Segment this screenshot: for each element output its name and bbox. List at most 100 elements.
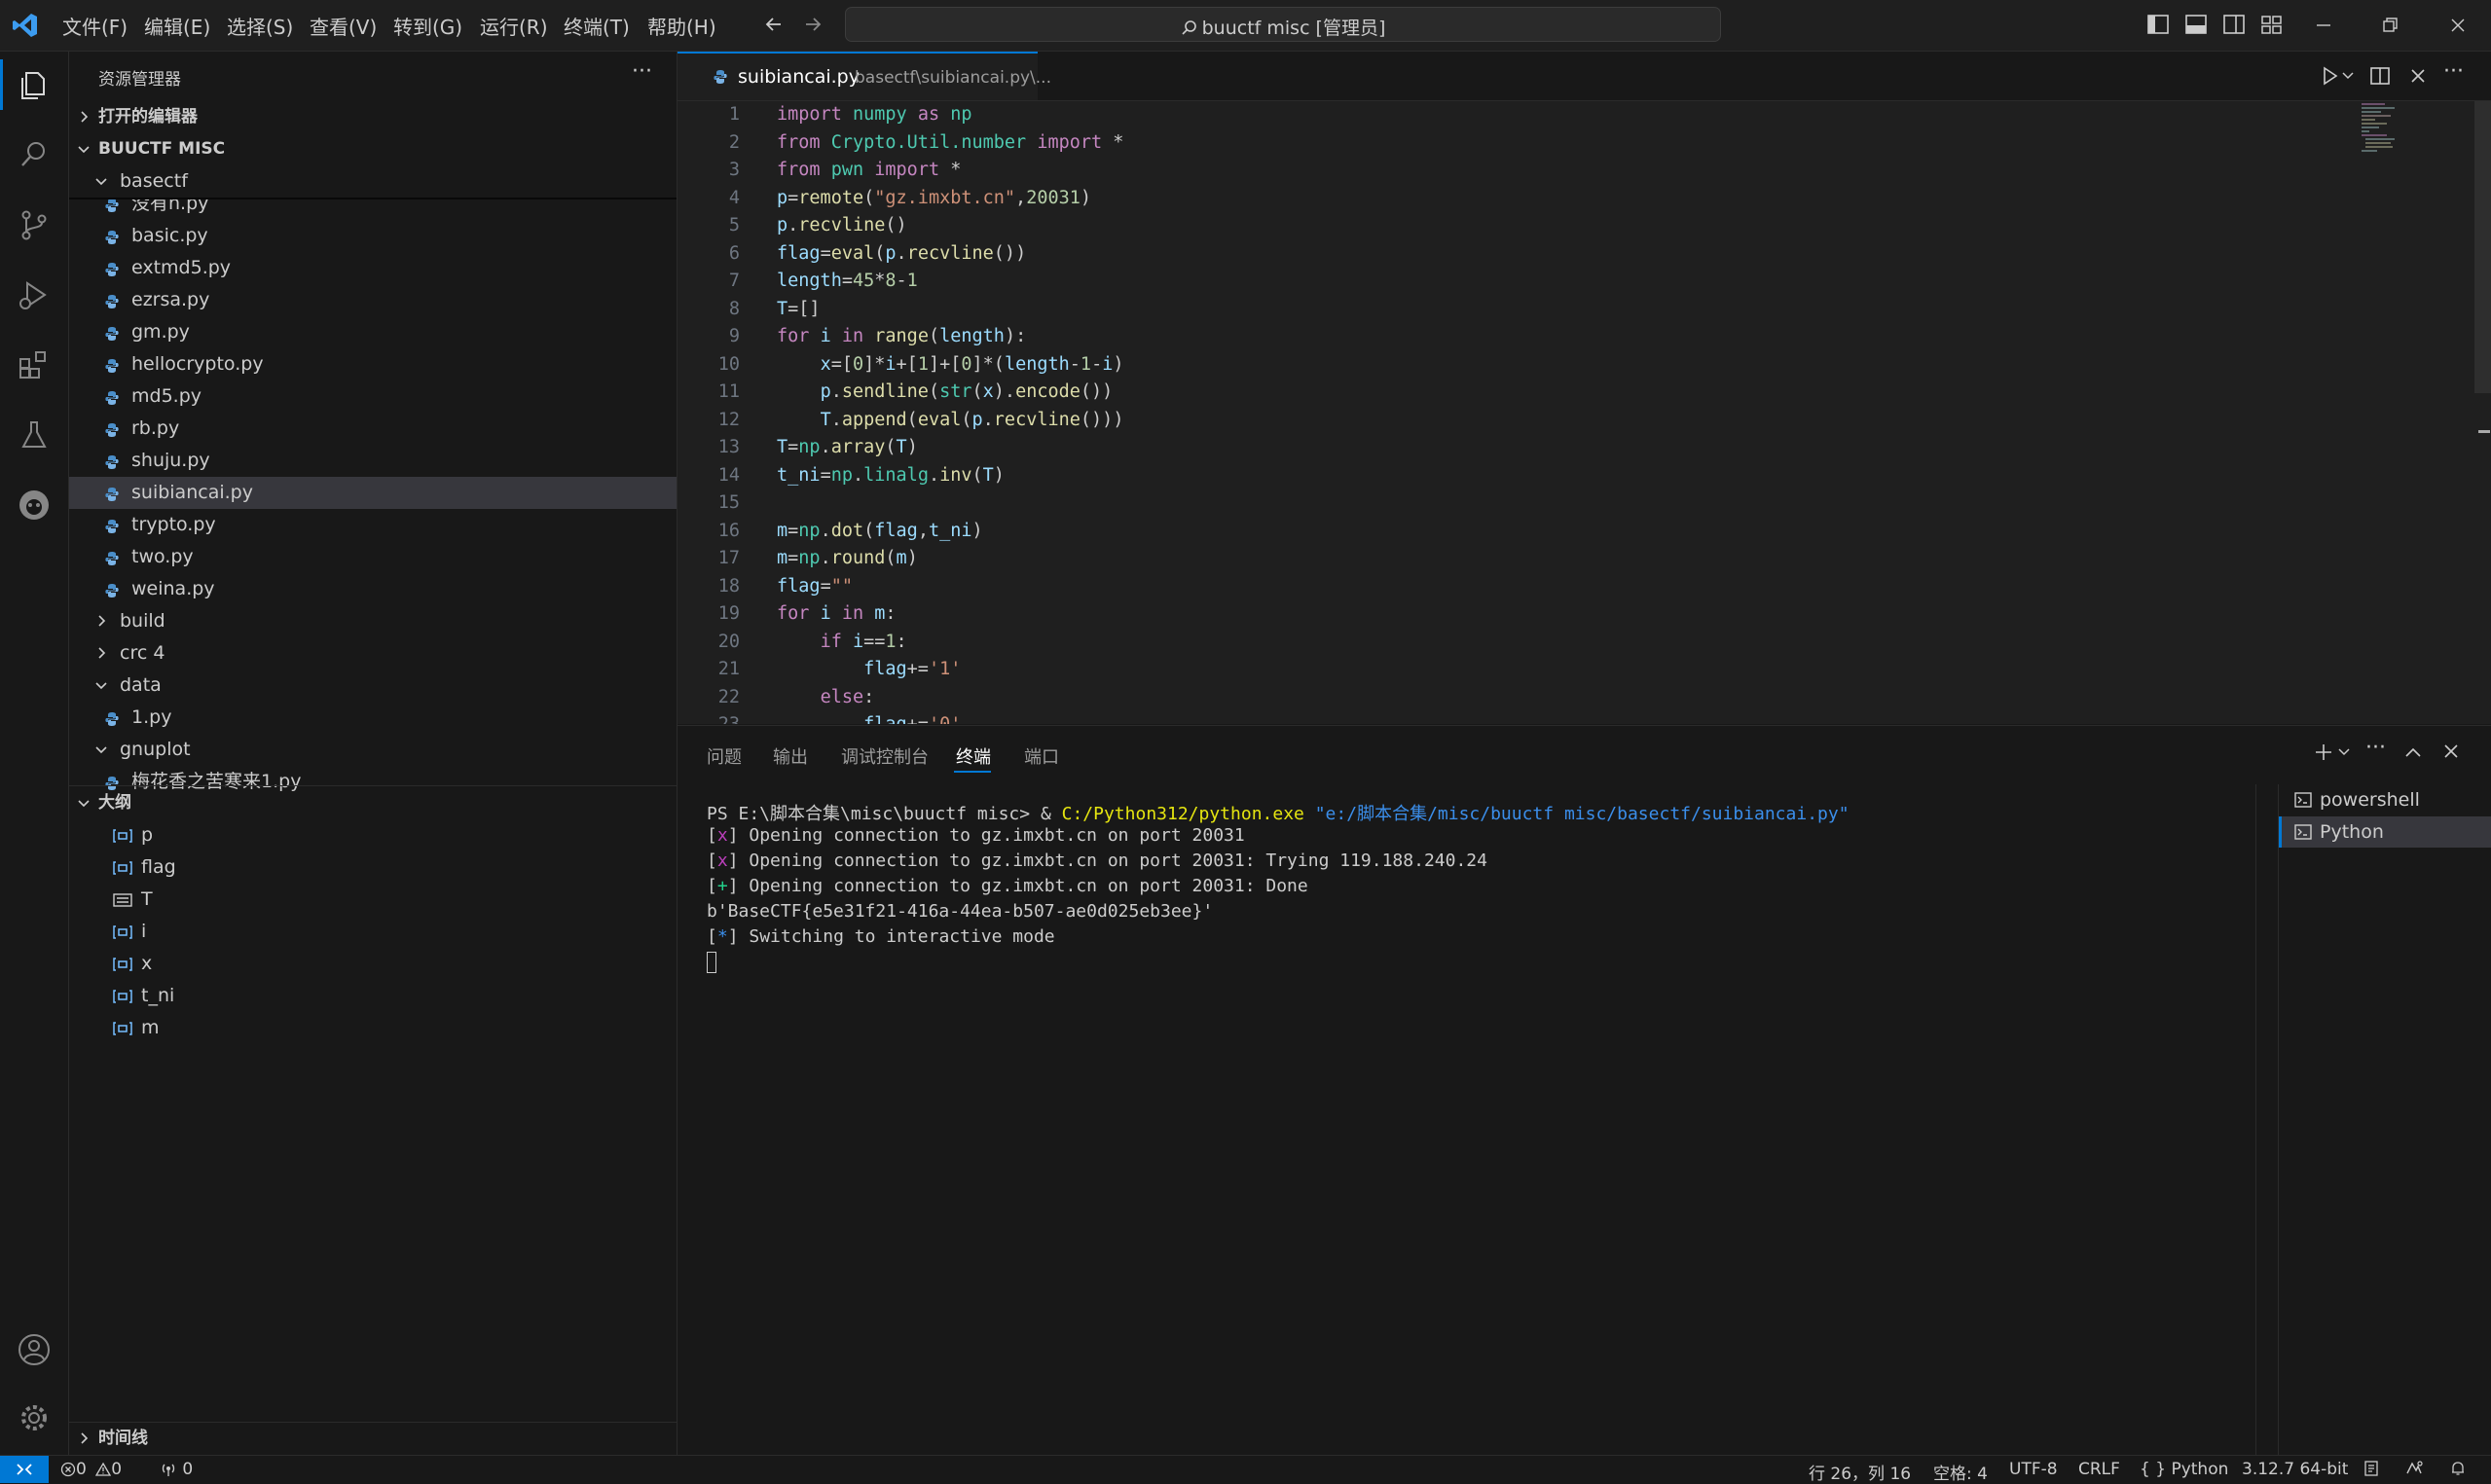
file-item[interactable]: hellocrypto.py	[69, 348, 677, 380]
tab-terminal[interactable]: 终端	[956, 743, 991, 769]
chevron-down-icon[interactable]	[2338, 747, 2350, 757]
close-window-icon[interactable]	[2448, 16, 2468, 35]
back-arrow-icon[interactable]	[763, 14, 785, 35]
accounts-icon[interactable]	[17, 1332, 52, 1367]
search-icon[interactable]	[17, 137, 52, 172]
cursor-position[interactable]: 行 26，列 16	[1809, 1460, 1911, 1484]
menu-go[interactable]: 转到(G)	[393, 12, 462, 40]
code-editor[interactable]: 1 2 3 4 5 6 7 8 9 10 11 12 13 14 15 16 1…	[678, 101, 2491, 724]
forward-arrow-icon[interactable]	[802, 14, 824, 35]
outline-item[interactable]: flag	[69, 851, 677, 884]
file-item[interactable]: basic.py	[69, 220, 677, 252]
source-control-icon[interactable]	[17, 207, 52, 242]
chevron-down-icon	[94, 678, 108, 692]
file-item[interactable]: 没有n.py	[69, 199, 677, 220]
ports-status[interactable]: 0	[160, 1460, 193, 1479]
code-line: t_ni=np.linalg.inv(T)	[777, 464, 1005, 486]
close-editor-icon[interactable]	[2407, 65, 2429, 87]
file-item[interactable]: ezrsa.py	[69, 284, 677, 316]
folder-gnuplot[interactable]: gnuplot	[69, 734, 677, 766]
run-file-icon[interactable]	[2319, 65, 2340, 87]
open-editors-section[interactable]: 打开的编辑器	[69, 101, 677, 133]
command-center-search[interactable]: buuctf misc [管理员]	[845, 7, 1721, 42]
editor-scrollbar[interactable]	[2474, 101, 2491, 393]
toggle-secondary-sidebar-icon[interactable]	[2222, 14, 2246, 35]
file-item[interactable]: weina.py	[69, 573, 677, 605]
terminal-scrollbar[interactable]	[2255, 784, 2274, 1456]
file-item[interactable]: rb.py	[69, 413, 677, 445]
editor-tab-suibiancai[interactable]: suibiancai.py basectf\suibiancai.py\...	[678, 52, 1051, 100]
encoding[interactable]: UTF-8	[2009, 1460, 2058, 1479]
menu-view[interactable]: 查看(V)	[310, 12, 377, 40]
menu-file[interactable]: 文件(F)	[62, 12, 128, 40]
end-of-line[interactable]: CRLF	[2078, 1460, 2120, 1479]
problems-status[interactable]: 0 0	[60, 1460, 122, 1479]
close-panel-icon[interactable]	[2441, 742, 2461, 761]
command-center-label: buuctf misc [管理员]	[1201, 18, 1386, 39]
menu-help[interactable]: 帮助(H)	[647, 12, 716, 40]
outline-item[interactable]: i	[69, 916, 677, 948]
folder-basectf[interactable]: basectf	[69, 165, 677, 198]
tab-debug-console[interactable]: 调试控制台	[841, 743, 929, 769]
outline-item[interactable]: m	[69, 1012, 677, 1044]
file-item[interactable]: gm.py	[69, 316, 677, 348]
outline-item[interactable]: T	[69, 884, 677, 916]
python-file-icon	[104, 358, 120, 374]
minimize-icon[interactable]	[2314, 16, 2333, 35]
tab-ports[interactable]: 端口	[1024, 743, 1059, 769]
outline-item[interactable]: x	[69, 948, 677, 980]
copilot-icon[interactable]	[2404, 1460, 2424, 1477]
menu-selection[interactable]: 选择(S)	[227, 12, 293, 40]
remote-explorer-icon[interactable]	[17, 488, 52, 523]
menu-run[interactable]: 运行(R)	[480, 12, 548, 40]
restore-icon[interactable]	[2381, 16, 2400, 35]
outline-item[interactable]: p	[69, 819, 677, 851]
more-actions-icon[interactable]: ···	[2365, 736, 2386, 760]
timeline-section[interactable]: 时间线	[69, 1423, 677, 1455]
remote-indicator[interactable]	[0, 1456, 49, 1483]
settings-gear-icon[interactable]	[17, 1400, 52, 1435]
file-item-selected[interactable]: suibiancai.py	[69, 477, 677, 509]
run-and-debug-icon[interactable]	[17, 277, 52, 312]
workspace-section[interactable]: BUUCTF MISC	[69, 133, 677, 165]
python-file-icon	[104, 711, 120, 727]
outline-item[interactable]: t_ni	[69, 980, 677, 1012]
toggle-panel-icon[interactable]	[2184, 14, 2208, 35]
terminal-instance-powershell[interactable]: powershell	[2279, 784, 2491, 815]
new-terminal-icon[interactable]	[2313, 742, 2334, 763]
toggle-primary-sidebar-icon[interactable]	[2146, 14, 2170, 35]
file-item[interactable]: md5.py	[69, 380, 677, 413]
more-actions-icon[interactable]: ···	[2443, 59, 2464, 84]
outline-label: m	[141, 1017, 160, 1038]
outline-section[interactable]: 大纲	[69, 787, 677, 819]
extensions-icon[interactable]	[17, 347, 52, 382]
testing-icon[interactable]	[17, 417, 52, 452]
tab-problems[interactable]: 问题	[707, 743, 742, 769]
file-item[interactable]: two.py	[69, 541, 677, 573]
python-file-icon	[104, 487, 120, 502]
indentation[interactable]: 空格: 4	[1933, 1460, 1988, 1484]
file-notebook-icon[interactable]	[2363, 1460, 2380, 1477]
chevron-down-icon[interactable]	[2342, 71, 2354, 81]
file-item[interactable]: trypto.py	[69, 509, 677, 541]
terminal-instance-python[interactable]: Python	[2279, 816, 2491, 848]
file-item[interactable]: 1.py	[69, 702, 677, 734]
menu-terminal[interactable]: 终端(T)	[564, 12, 630, 40]
python-interpreter[interactable]: 3.12.7 64-bit	[2242, 1460, 2348, 1479]
terminal-instance-label: Python	[2320, 821, 2384, 843]
maximize-panel-icon[interactable]	[2403, 743, 2423, 761]
menu-edit[interactable]: 编辑(E)	[144, 12, 210, 40]
minimap[interactable]	[2362, 101, 2459, 160]
language-mode[interactable]: { } Python	[2140, 1460, 2228, 1479]
folder-crc4[interactable]: crc 4	[69, 637, 677, 670]
file-item[interactable]: shuju.py	[69, 445, 677, 477]
tab-output[interactable]: 输出	[773, 743, 808, 769]
split-editor-icon[interactable]	[2369, 65, 2391, 87]
folder-build[interactable]: build	[69, 605, 677, 637]
notifications-bell-icon[interactable]	[2449, 1460, 2467, 1477]
more-actions-icon[interactable]: ···	[632, 59, 652, 84]
customize-layout-icon[interactable]	[2260, 14, 2284, 35]
explorer-icon[interactable]	[17, 67, 52, 102]
file-item[interactable]: extmd5.py	[69, 252, 677, 284]
folder-data[interactable]: data	[69, 670, 677, 702]
